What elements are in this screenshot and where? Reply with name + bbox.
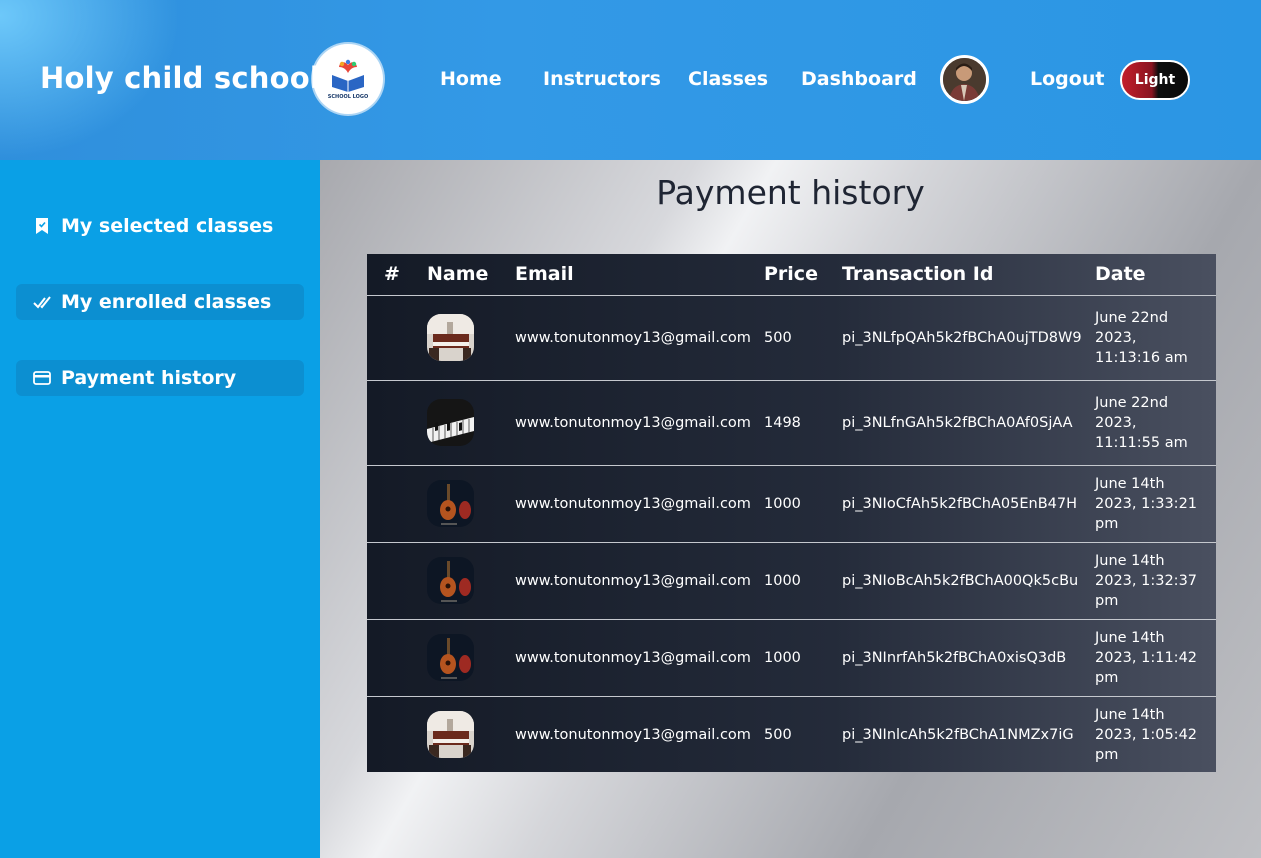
- table-row: www.tonutonmoy13@gmail.com 1498 pi_3NLfn…: [367, 380, 1216, 466]
- table-row: www.tonutonmoy13@gmail.com 1000 pi_3NIoB…: [367, 542, 1216, 620]
- row-number: [367, 465, 427, 543]
- transaction-id-cell: pi_3NLfnGAh5k2fBChA0Af0SjAA: [842, 380, 1095, 466]
- top-header: Holy child school SCHOOL LOGO Home Instr…: [0, 0, 1261, 160]
- class-thumbnail: [427, 542, 515, 620]
- email-cell: www.tonutonmoy13@gmail.com: [515, 380, 764, 466]
- school-logo[interactable]: SCHOOL LOGO: [313, 44, 383, 114]
- row-number: [367, 542, 427, 620]
- price-cell: 1498: [764, 380, 842, 466]
- table-row: www.tonutonmoy13@gmail.com 1000 pi_3NIoC…: [367, 465, 1216, 543]
- payment-table: # Name Email Price Transaction Id Date w…: [367, 254, 1216, 772]
- date-cell: June 14th 2023, 1:05:42 pm: [1095, 706, 1198, 763]
- double-check-icon: [33, 293, 51, 311]
- logo-text: SCHOOL LOGO: [327, 93, 369, 100]
- date-cell: June 22nd 2023, 11:11:55 am: [1095, 380, 1216, 466]
- nav-home[interactable]: Home: [440, 68, 502, 90]
- table-header-row: # Name Email Price Transaction Id Date: [367, 254, 1216, 296]
- price-cell: 1000: [764, 465, 842, 543]
- date-cell: June 14th 2023, 1:33:21 pm: [1095, 465, 1216, 543]
- email-cell: www.tonutonmoy13@gmail.com: [515, 619, 764, 697]
- sidebar-item-label: My selected classes: [61, 215, 274, 237]
- sidebar-item-selected-classes[interactable]: My selected classes: [16, 208, 304, 244]
- page-title: Payment history: [656, 173, 925, 212]
- row-number: [367, 380, 427, 466]
- sidebar-item-payment-history[interactable]: Payment history: [16, 360, 304, 396]
- email-cell: www.tonutonmoy13@gmail.com: [515, 295, 764, 381]
- nav-instructors[interactable]: Instructors: [543, 68, 661, 90]
- sidebar-item-label: Payment history: [61, 367, 237, 389]
- class-thumbnail: [427, 380, 515, 466]
- sidebar-item-label: My enrolled classes: [61, 291, 272, 313]
- dashboard-sidebar: My selected classes My enrolled classes …: [0, 160, 320, 858]
- email-cell: www.tonutonmoy13@gmail.com: [515, 465, 764, 543]
- email-cell: www.tonutonmoy13@gmail.com: [515, 726, 751, 743]
- row-number: [367, 696, 427, 773]
- price-cell: 1000: [764, 619, 842, 697]
- transaction-id-cell: pi_3NInlcAh5k2fBChA1NMZx7iG: [842, 726, 1074, 743]
- column-header-price: Price: [764, 254, 842, 296]
- column-header-date: Date: [1095, 254, 1216, 296]
- user-photo-icon: [943, 58, 986, 101]
- table-row: www.tonutonmoy13@gmail.com 1000 pi_3NInr…: [367, 619, 1216, 697]
- class-thumbnail: [427, 295, 515, 381]
- nav-dashboard[interactable]: Dashboard: [801, 68, 917, 90]
- price-cell: 1000: [764, 542, 842, 620]
- column-header-transaction-id: Transaction Id: [842, 254, 1095, 296]
- date-cell: June 14th 2023, 1:11:42 pm: [1095, 619, 1216, 697]
- book-logo-icon: [332, 59, 364, 92]
- nav-classes[interactable]: Classes: [688, 68, 768, 90]
- guitar-image: [427, 634, 474, 681]
- date-cell: June 22nd 2023, 11:13:16 am: [1095, 295, 1216, 381]
- transaction-id-cell: pi_3NIoBcAh5k2fBChA00Qk5cBu: [842, 542, 1095, 620]
- logout-link[interactable]: Logout: [1030, 68, 1104, 90]
- bookmark-icon: [33, 217, 51, 235]
- class-thumbnail: [427, 696, 515, 773]
- class-thumbnail: [427, 465, 515, 543]
- row-number: [367, 619, 427, 697]
- sidebar-item-enrolled-classes[interactable]: My enrolled classes: [16, 284, 304, 320]
- date-cell: June 14th 2023, 1:32:37 pm: [1095, 542, 1216, 620]
- price-cell: 500: [764, 295, 842, 381]
- email-cell: www.tonutonmoy13@gmail.com: [515, 542, 764, 620]
- piano-room-image: [427, 711, 474, 759]
- piano-keys-image: [427, 399, 474, 446]
- transaction-id-cell: pi_3NIoCfAh5k2fBChA05EnB47H: [842, 465, 1095, 543]
- column-header-number: #: [367, 254, 427, 296]
- table-row: www.tonutonmoy13@gmail.com 500 pi_3NLfpQ…: [367, 295, 1216, 381]
- main-content: Payment history # Name Email Price Trans…: [320, 160, 1261, 858]
- theme-toggle[interactable]: Light: [1120, 60, 1190, 100]
- guitar-image: [427, 557, 474, 604]
- price-cell: 500: [764, 726, 792, 743]
- transaction-id-cell: pi_3NLfpQAh5k2fBChA0ujTD8W9: [842, 295, 1095, 381]
- guitar-image: [427, 480, 474, 527]
- transaction-id-cell: pi_3NInrfAh5k2fBChA0xisQ3dB: [842, 619, 1095, 697]
- row-number: [367, 295, 427, 381]
- column-header-name: Name: [427, 254, 515, 296]
- user-avatar[interactable]: [940, 55, 989, 104]
- brand-name[interactable]: Holy child school: [40, 61, 320, 95]
- piano-room-image: [427, 314, 474, 361]
- column-header-email: Email: [515, 254, 764, 296]
- class-thumbnail: [427, 619, 515, 697]
- credit-card-icon: [33, 369, 51, 387]
- table-row: www.tonutonmoy13@gmail.com 500 pi_3NInlc…: [367, 696, 1216, 773]
